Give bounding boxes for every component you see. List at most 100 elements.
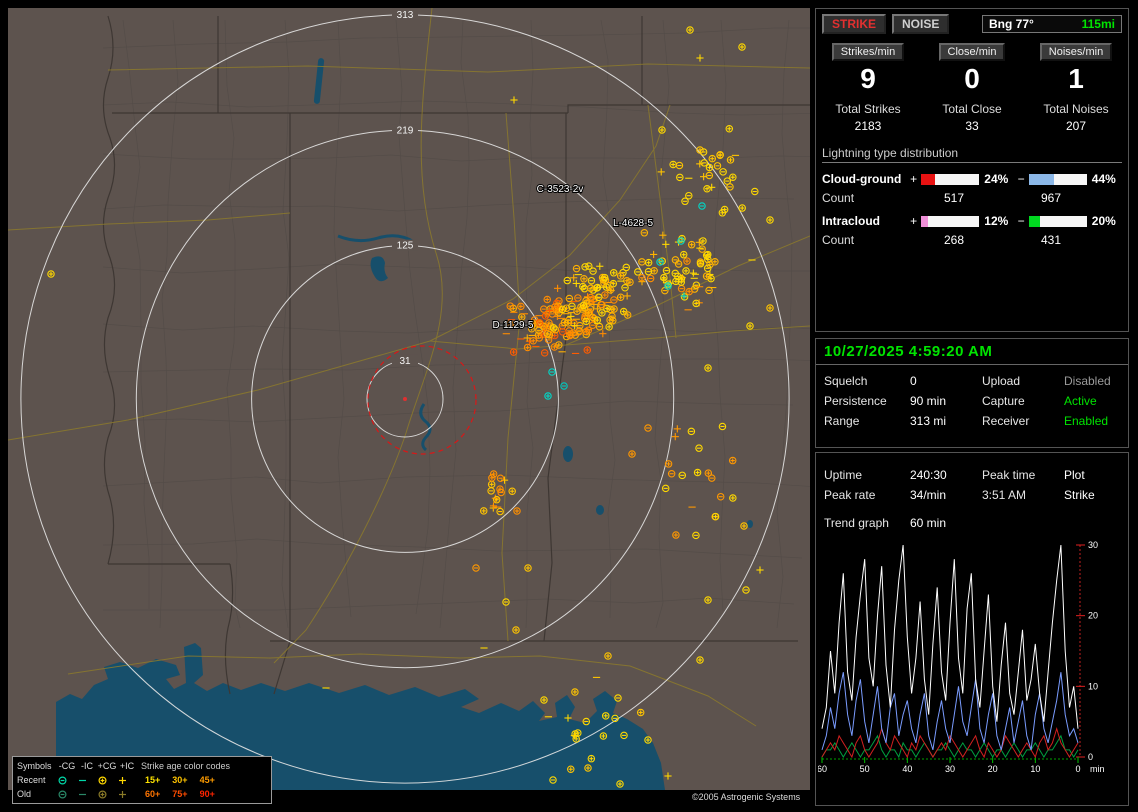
cloud-ground-label: Cloud-ground [822,172,902,186]
legend-recent-ages: 15+ 30+ 45+ [145,775,215,785]
copyright-text: ©2005 Astrogenic Systems [692,792,801,802]
strike-mode-button[interactable]: STRIKE [822,14,887,34]
map-canvas[interactable]: 313 219 125 31 C-3523-2v L-4628-5 D-1129-5 [8,8,810,790]
squelch-value: 0 [910,374,917,388]
range-label: Range [824,414,860,428]
total-strikes-label: Total Strikes [835,102,901,116]
plot-value: Strike [1064,488,1095,502]
peak-rate-value: 34/min [910,488,947,502]
peak-time-label: Peak time [982,468,1036,482]
minus-icon [77,789,97,800]
noises-rate-column: Noises/min 1 Total Noises 207 [1024,43,1128,133]
trend-x-unit: min [1090,764,1105,774]
squelch-label: Squelch [824,374,868,388]
age-code: 15+ [145,775,161,785]
total-close-label: Total Close [942,102,1002,116]
noises-per-min-button[interactable]: Noises/min [1039,43,1113,61]
persistence-label: Persistence [824,394,887,408]
status-panel: 10/27/2025 4:59:20 AM Squelch 0 Upload D… [815,338,1129,448]
strike-map-panel[interactable]: 313 219 125 31 C-3523-2v L-4628-5 D-1129-5 Sy… [8,8,810,804]
total-noises-value: 207 [1065,119,1087,133]
strikes-per-min-button[interactable]: Strikes/min [831,43,905,61]
ic-negative-bar [1027,214,1088,228]
receiver-location-marker [403,397,407,401]
cg-positive-bar [920,172,981,186]
distribution-title: Lightning type distribution [822,146,1122,163]
datetime-display: 10/27/2025 4:59:20 AM [816,339,1128,365]
noise-mode-button[interactable]: NOISE [892,14,950,34]
receiver-label: Receiver [982,414,1030,428]
ic-negative-pct: 20% [1091,214,1116,228]
noises-per-min-value: 1 [1068,63,1084,94]
legend-age-title: Strike age color codes [141,761,231,771]
cg-positive-pct: 24% [984,172,1009,186]
plus-sign: + [910,172,918,186]
legend-col-pos-ic: +IC [119,761,135,771]
peak-rate-label: Peak rate [824,488,876,502]
cg-negative-fill [1028,173,1055,185]
legend-header-row: Symbols -CG -IC +CG +IC Strike age color… [17,759,267,773]
legend-col-pos-cg: +CG [97,761,117,771]
trend-window-value: 60 min [910,516,947,530]
age-code: 30+ [172,775,188,785]
age-code: 90+ [199,789,215,799]
trend-y-tick-label: 20 [1088,611,1098,621]
storm-cell-label: C-3523-2v [537,184,584,195]
trend-graph-label: Trend graph [824,516,889,530]
nexstorm-app: { "header": { "strike_button": "STRIKE",… [0,0,1138,812]
trend-x-tick-label: 20 [988,764,998,774]
mode-button-row: STRIKE NOISE Bng 77° 115mi [816,9,1128,34]
minus-sign: − [1017,172,1025,186]
age-code: 75+ [172,789,188,799]
intracloud-label: Intracloud [822,214,881,228]
cg-positive-count: 517 [943,191,965,205]
legend-old-ages: 60+ 75+ 90+ [145,789,215,799]
bearing-value: Bng 77° [989,17,1034,31]
count-label: Count [822,191,855,205]
plot-label: Plot [1064,468,1085,482]
circle-plus-icon [97,775,117,786]
range-ring-label: 125 [397,241,414,252]
trend-x-tick-label: 10 [1030,764,1040,774]
minus-icon [77,775,97,786]
close-per-min-value: 0 [964,63,980,94]
bearing-distance: 115mi [1081,17,1115,31]
legend-col-neg-ic: -IC [81,761,93,771]
legend-old-label: Old [17,789,32,799]
status-row: Range 313 mi Receiver Enabled [816,411,1128,431]
trend-x-tick-label: 0 [1075,764,1080,774]
strikes-rate-column: Strikes/min 9 Total Strikes 2183 [816,43,920,133]
total-close-value: 33 [965,119,979,133]
cloud-ground-count-row: Count 517 967 [822,191,1122,205]
age-code: 60+ [145,789,161,799]
total-strikes-value: 2183 [854,119,882,133]
storm-cell-label: L-4628-5 [613,218,653,229]
ic-negative-fill [1028,215,1041,227]
cg-negative-bar [1027,172,1088,186]
trend-x-tick-label: 40 [902,764,912,774]
circle-minus-icon [57,775,77,786]
receiver-value: Enabled [1064,414,1109,428]
bearing-display: Bng 77° 115mi [982,15,1122,33]
trend-y-tick-label: 10 [1088,681,1098,691]
session-row: Uptime 240:30 Peak time Plot [816,465,1128,485]
upload-value: Disabled [1064,374,1111,388]
circle-minus-icon [57,789,77,800]
rate-columns: Strikes/min 9 Total Strikes 2183 Close/m… [816,43,1128,133]
ic-positive-pct: 12% [984,214,1009,228]
ic-positive-fill [921,215,929,227]
uptime-label: Uptime [824,468,863,482]
plus-icon [117,789,137,800]
intracloud-row: Intracloud + 12% − 20% [822,214,1122,228]
session-row: Peak rate 34/min 3:51 AM Strike [816,485,1128,505]
close-per-min-button[interactable]: Close/min [938,43,1006,61]
map-legend: Symbols -CG -IC +CG +IC Strike age color… [12,756,272,804]
range-ring-label: 219 [397,125,414,136]
legend-symbols-title: Symbols [17,761,52,771]
ic-positive-bar [920,214,981,228]
trend-y-tick-label: 0 [1088,752,1093,762]
strikes-per-min-value: 9 [860,63,876,94]
peak-time-value: 3:51 AM [982,488,1027,502]
status-row: Squelch 0 Upload Disabled [816,371,1128,391]
age-code: 45+ [199,775,215,785]
